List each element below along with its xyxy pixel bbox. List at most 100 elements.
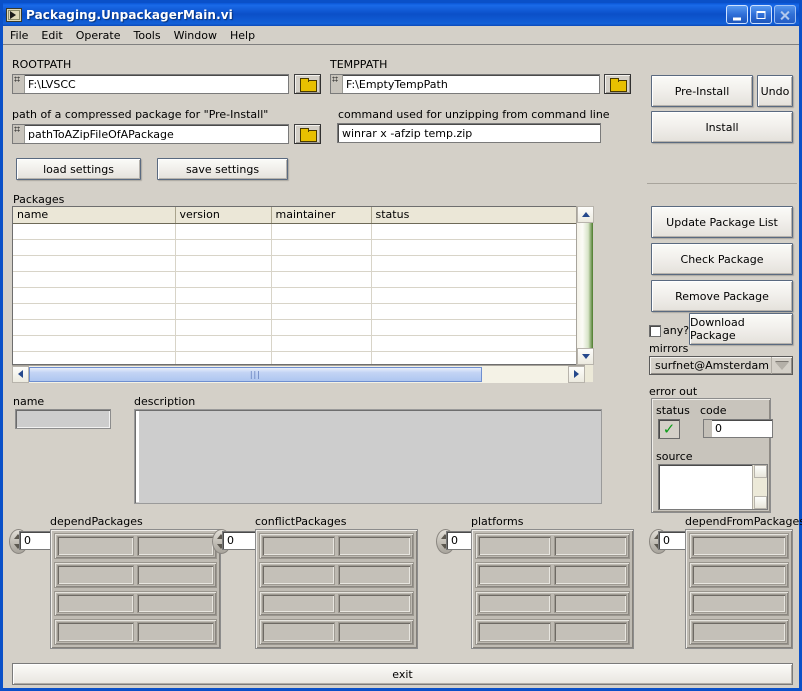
array-cell[interactable] bbox=[692, 564, 786, 585]
table-cell[interactable] bbox=[371, 319, 586, 336]
array-cell[interactable] bbox=[554, 622, 627, 642]
temppath-input[interactable]: F:\EmptyTempPath bbox=[330, 74, 600, 94]
source-scrollbar[interactable] bbox=[752, 465, 767, 509]
table-cell[interactable] bbox=[13, 223, 176, 240]
pre-install-button[interactable]: Pre-Install bbox=[651, 75, 753, 107]
array-cell[interactable] bbox=[137, 564, 214, 585]
array-cell[interactable] bbox=[137, 536, 214, 556]
load-settings-button[interactable]: load settings bbox=[16, 158, 141, 180]
table-cell[interactable] bbox=[13, 319, 176, 336]
array-conflict-packages[interactable] bbox=[255, 529, 418, 649]
table-row[interactable] bbox=[13, 271, 586, 288]
array-cell[interactable] bbox=[57, 622, 134, 642]
array-cell[interactable] bbox=[57, 593, 134, 614]
rootpath-input[interactable]: F:\LVSCC bbox=[12, 74, 289, 94]
maximize-button[interactable] bbox=[750, 5, 772, 24]
array-cell[interactable] bbox=[262, 593, 335, 614]
undo-button[interactable]: Undo bbox=[757, 75, 793, 107]
table-cell[interactable] bbox=[175, 303, 272, 320]
install-button[interactable]: Install bbox=[651, 111, 793, 143]
array-cell[interactable] bbox=[137, 593, 214, 614]
table-cell[interactable] bbox=[371, 351, 586, 364]
array-row[interactable] bbox=[475, 590, 630, 617]
table-row[interactable] bbox=[13, 319, 586, 336]
table-cell[interactable] bbox=[271, 271, 372, 288]
update-package-list-button[interactable]: Update Package List bbox=[651, 206, 793, 238]
array-cell[interactable] bbox=[478, 593, 551, 614]
table-cell[interactable] bbox=[271, 319, 372, 336]
array-platforms[interactable] bbox=[471, 529, 634, 649]
mirrors-dropdown[interactable]: surfnet@Amsterdam bbox=[649, 356, 793, 375]
table-cell[interactable] bbox=[13, 255, 176, 272]
rootpath-browse-button[interactable] bbox=[294, 74, 321, 94]
remove-package-button[interactable]: Remove Package bbox=[651, 280, 793, 312]
vertical-scroll-track[interactable] bbox=[577, 223, 593, 348]
scroll-down-button[interactable] bbox=[577, 348, 594, 365]
menu-item-edit[interactable]: Edit bbox=[41, 29, 62, 42]
array-row[interactable] bbox=[689, 590, 789, 617]
table-cell[interactable] bbox=[271, 255, 372, 272]
table-cell[interactable] bbox=[175, 255, 272, 272]
table-cell[interactable] bbox=[13, 271, 176, 288]
array-cell[interactable] bbox=[338, 593, 411, 614]
table-cell[interactable] bbox=[175, 351, 272, 364]
array-depend-packages[interactable] bbox=[50, 529, 221, 649]
table-cell[interactable] bbox=[371, 287, 586, 304]
description-field[interactable] bbox=[134, 409, 602, 504]
array-depend-from-packages[interactable] bbox=[685, 529, 793, 649]
array-cell[interactable] bbox=[262, 536, 335, 556]
table-cell[interactable] bbox=[271, 351, 372, 364]
table-cell[interactable] bbox=[13, 303, 176, 320]
array-cell[interactable] bbox=[554, 564, 627, 585]
minimize-button[interactable] bbox=[726, 5, 748, 24]
array-cell[interactable] bbox=[57, 564, 134, 585]
table-cell[interactable] bbox=[371, 239, 586, 256]
array-index-value-conflict-packages[interactable]: 0 bbox=[222, 531, 258, 550]
array-row[interactable] bbox=[475, 561, 630, 588]
array-row[interactable] bbox=[259, 561, 414, 588]
array-cell[interactable] bbox=[692, 622, 786, 642]
scroll-left-button[interactable] bbox=[12, 365, 29, 383]
table-cell[interactable] bbox=[371, 255, 586, 272]
table-cell[interactable] bbox=[175, 319, 272, 336]
table-cell[interactable] bbox=[371, 223, 586, 240]
array-cell[interactable] bbox=[692, 593, 786, 614]
horizontal-scroll-thumb[interactable]: ||| bbox=[29, 366, 482, 382]
table-cell[interactable] bbox=[13, 287, 176, 304]
array-row[interactable] bbox=[54, 533, 217, 559]
array-cell[interactable] bbox=[338, 536, 411, 556]
table-cell[interactable] bbox=[13, 335, 176, 352]
table-cell[interactable] bbox=[271, 303, 372, 320]
packages-vertical-scrollbar[interactable] bbox=[576, 206, 594, 365]
check-package-button[interactable]: Check Package bbox=[651, 243, 793, 275]
table-row[interactable] bbox=[13, 255, 586, 272]
table-row[interactable] bbox=[13, 335, 586, 352]
array-row[interactable] bbox=[259, 590, 414, 617]
table-row[interactable] bbox=[13, 239, 586, 256]
table-row[interactable] bbox=[13, 303, 586, 320]
menu-item-window[interactable]: Window bbox=[174, 29, 217, 42]
array-row[interactable] bbox=[475, 619, 630, 645]
array-cell[interactable] bbox=[338, 622, 411, 642]
table-cell[interactable] bbox=[271, 287, 372, 304]
table-cell[interactable] bbox=[175, 239, 272, 256]
array-cell[interactable] bbox=[262, 622, 335, 642]
save-settings-button[interactable]: save settings bbox=[157, 158, 288, 180]
array-cell[interactable] bbox=[554, 536, 627, 556]
array-cell[interactable] bbox=[338, 564, 411, 585]
menu-item-help[interactable]: Help bbox=[230, 29, 255, 42]
package-path-browse-button[interactable] bbox=[294, 124, 321, 144]
array-row[interactable] bbox=[54, 619, 217, 645]
table-cell[interactable] bbox=[13, 351, 176, 364]
table-cell[interactable] bbox=[271, 223, 372, 240]
array-row[interactable] bbox=[689, 619, 789, 645]
code-field[interactable]: 0 bbox=[703, 419, 773, 438]
array-cell[interactable] bbox=[57, 536, 134, 556]
array-cell[interactable] bbox=[137, 622, 214, 642]
any-checkbox[interactable] bbox=[649, 325, 661, 337]
column-header-maintainer[interactable]: maintainer bbox=[271, 207, 372, 224]
table-cell[interactable] bbox=[175, 287, 272, 304]
source-scroll-up-button[interactable] bbox=[754, 465, 767, 478]
unzip-command-input[interactable]: winrar x -afzip temp.zip bbox=[337, 123, 601, 143]
column-header-status[interactable]: status bbox=[371, 207, 586, 224]
